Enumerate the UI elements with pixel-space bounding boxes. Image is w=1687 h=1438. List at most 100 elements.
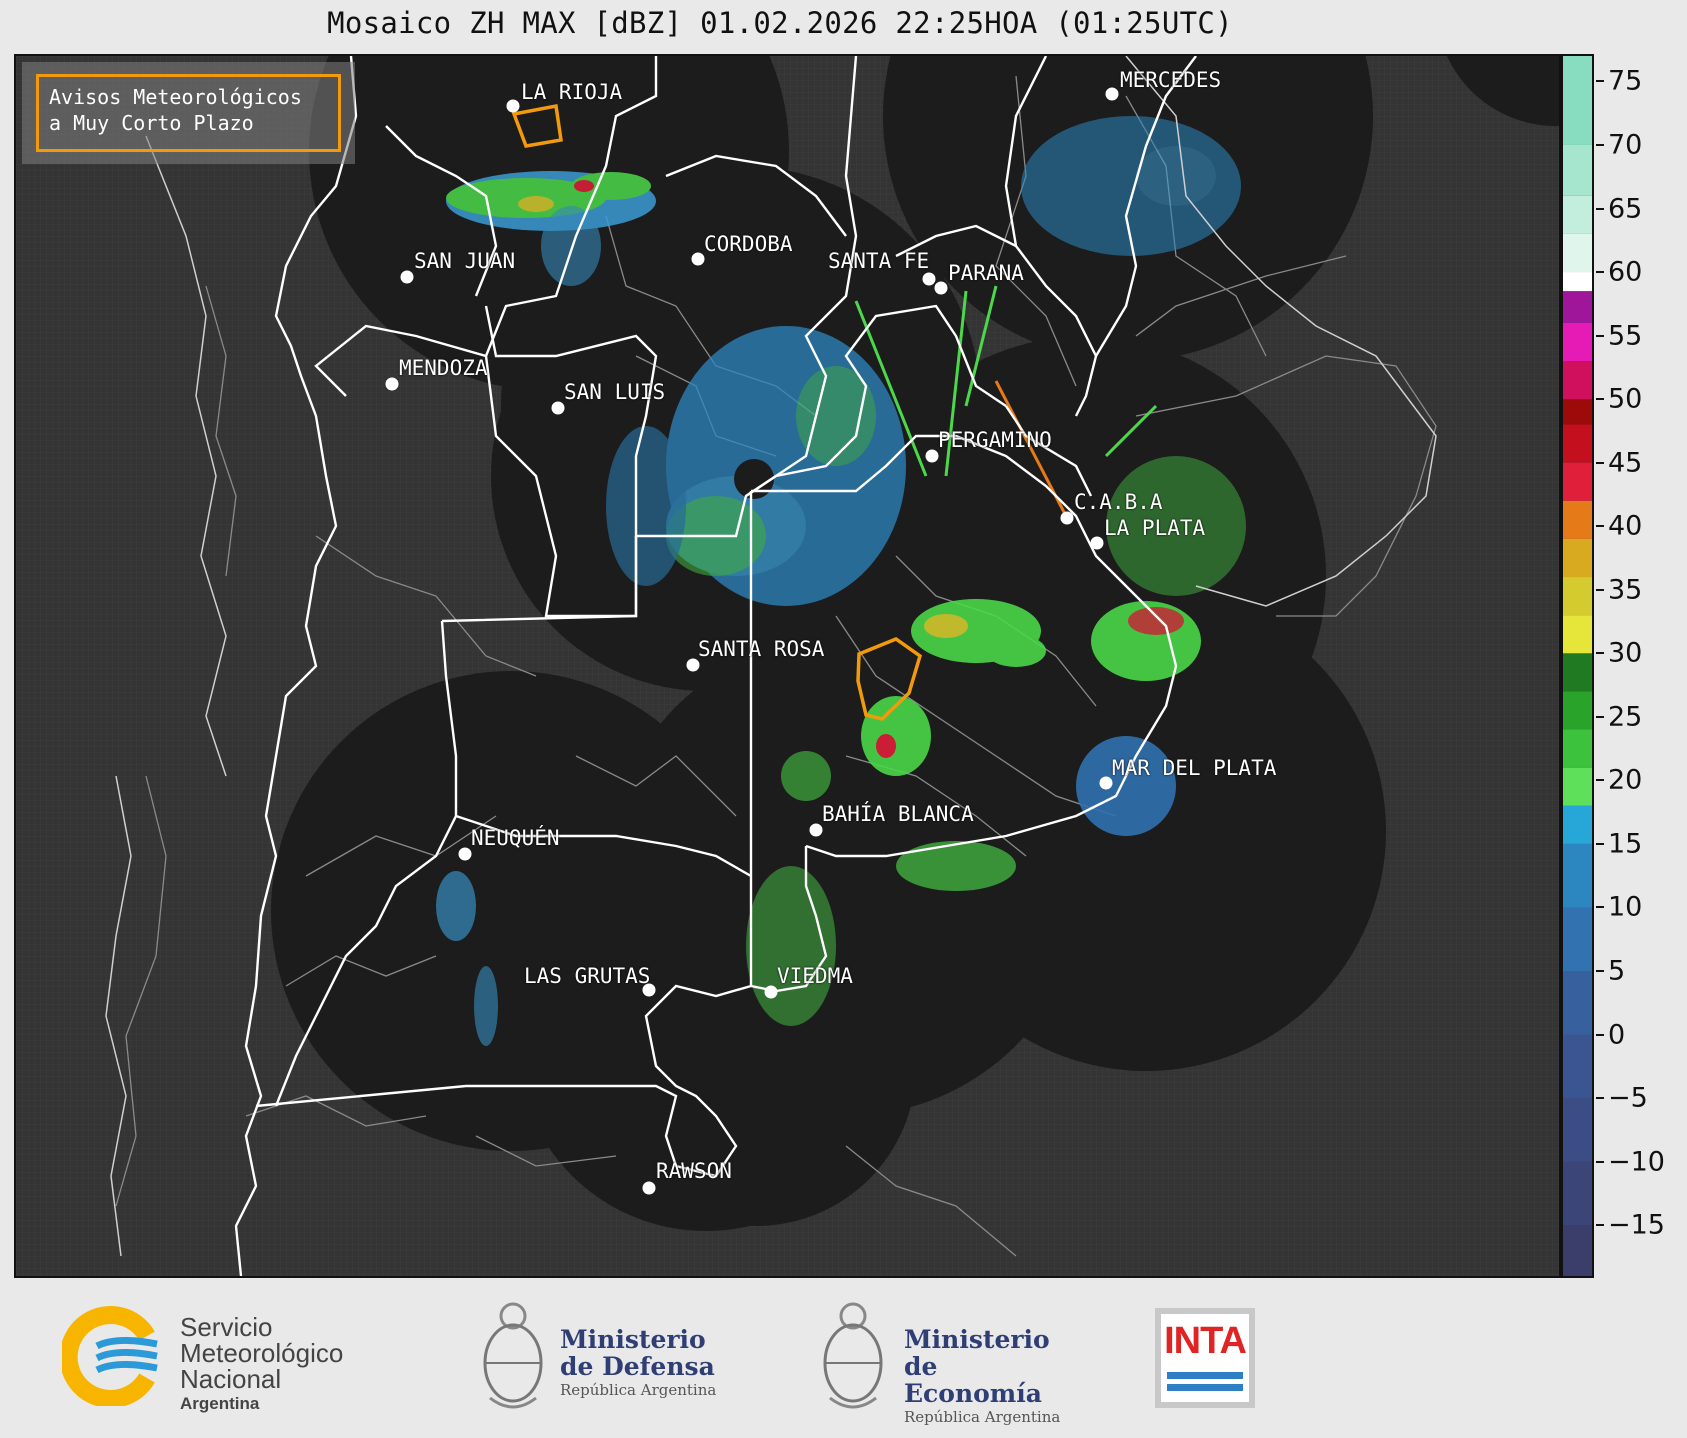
city-label-la-plata: LA PLATA — [1104, 516, 1206, 540]
legend-line-1: Avisos Meteorológicos — [49, 85, 302, 109]
colorbar-band — [1563, 577, 1592, 616]
city-dot-bahia-blanca[interactable] — [809, 823, 823, 837]
colorbar-tick-label: −15 — [1608, 1209, 1665, 1241]
city-label-rawson: RAWSON — [656, 1159, 732, 1183]
echo-cell — [896, 841, 1016, 891]
city-dot-cordoba[interactable] — [691, 252, 705, 266]
legend-line-2: a Muy Corto Plazo — [49, 111, 254, 135]
legend-box: Avisos Meteorológicos a Muy Corto Plazo — [22, 62, 355, 164]
colorbar-tick-label: 40 — [1608, 510, 1643, 542]
inta-wordmark: INTA — [1164, 1320, 1247, 1362]
footer-logos: Servicio Meteorológico Nacional Argentin… — [0, 1278, 1687, 1438]
echo-cell — [518, 196, 554, 212]
inta-logo: INTA — [1155, 1308, 1255, 1408]
colorbar-tick-label: 60 — [1608, 256, 1643, 288]
inta-stripe — [1167, 1384, 1243, 1391]
colorbar-tick-label: −5 — [1608, 1082, 1648, 1114]
colorbar-tick-label: 35 — [1608, 574, 1643, 606]
colorbar-band — [1563, 399, 1592, 425]
colorbar-band — [1563, 144, 1592, 196]
inta-stripe — [1167, 1372, 1243, 1379]
colorbar-tick-label: 20 — [1608, 764, 1643, 796]
city-dot-mercedes[interactable] — [1105, 87, 1119, 101]
colorbar-band — [1563, 538, 1592, 578]
radar-map[interactable]: Avisos Meteorológicos a Muy Corto Plazo … — [14, 54, 1561, 1278]
city-dot-mar-del-plata[interactable] — [1099, 776, 1113, 790]
colorbar-tick — [1596, 80, 1604, 83]
colorbar-tick-label: 0 — [1608, 1019, 1626, 1051]
colorbar-tick-label: 65 — [1608, 193, 1643, 224]
colorbar-tick — [1596, 398, 1604, 401]
colorbar-band — [1563, 195, 1592, 234]
colorbar-band — [1563, 907, 1592, 971]
colorbar-tick-label: 55 — [1608, 320, 1643, 352]
colorbar-band — [1563, 615, 1592, 654]
inta-logo-inner: INTA — [1161, 1314, 1249, 1402]
economia-line-1: Ministerio — [904, 1325, 1050, 1354]
city-label-santa-fe: SANTA FE — [828, 249, 930, 273]
colorbar — [1561, 54, 1594, 1278]
echo-cell — [606, 426, 686, 586]
city-dot-mendoza[interactable] — [385, 377, 399, 391]
city-dot-santa-fe[interactable] — [922, 272, 936, 286]
colorbar-tick — [1596, 1160, 1604, 1163]
smn-logo: Servicio Meteorológico Nacional Argentin… — [59, 1306, 422, 1416]
echo-cell — [986, 635, 1046, 667]
city-label-mar-del-plata: MAR DEL PLATA — [1112, 756, 1277, 780]
colorbar-tick-label: 50 — [1608, 383, 1643, 415]
city-dot-san-juan[interactable] — [400, 270, 414, 284]
colorbar-band — [1563, 1098, 1592, 1162]
colorbar-band — [1563, 805, 1592, 844]
echo-cell — [574, 180, 594, 192]
city-label-san-luis: SAN LUIS — [564, 380, 666, 404]
city-dot-la-rioja[interactable] — [506, 99, 520, 113]
colorbar-tick-label: 25 — [1608, 701, 1643, 733]
echo-cell — [541, 206, 601, 286]
colorbar-tick-label: 10 — [1608, 891, 1643, 923]
city-label-viedma: VIEDMA — [777, 964, 853, 988]
colorbar-band — [1563, 691, 1592, 730]
colorbar-tick — [1596, 1224, 1604, 1227]
echo-cell — [1076, 736, 1176, 836]
smn-emblem-icon — [59, 1306, 158, 1408]
colorbar-band — [1563, 233, 1592, 273]
colorbar-band — [1563, 1034, 1592, 1099]
colorbar-band — [1563, 500, 1592, 539]
city-dot-pergamino[interactable] — [925, 449, 939, 463]
legend-frame: Avisos Meteorológicos a Muy Corto Plazo — [36, 74, 341, 152]
city-dot-la-plata[interactable] — [1090, 536, 1104, 550]
colorbar-band — [1563, 361, 1592, 400]
colorbar-tick — [1596, 271, 1604, 274]
echo-cell — [924, 614, 968, 638]
colorbar-band — [1563, 843, 1592, 908]
echo-cell — [474, 966, 498, 1046]
defensa-text: Ministerio de Defensa República Argentin… — [560, 1326, 716, 1400]
colorbar-tick-label: 30 — [1608, 637, 1643, 669]
smn-line-3: Nacional — [180, 1364, 282, 1394]
city-label-cordoba: CORDOBA — [704, 232, 793, 256]
city-label-san-juan: SAN JUAN — [414, 249, 516, 273]
colorbar-band — [1563, 653, 1592, 692]
city-dot-san-luis[interactable] — [551, 401, 565, 415]
echo-cell — [861, 696, 931, 776]
colorbar-tick-label: 75 — [1608, 65, 1643, 97]
city-label-pergamino: PERGAMINO — [938, 428, 1052, 452]
colorbar-tick — [1596, 588, 1604, 591]
city-label-mendoza: MENDOZA — [399, 356, 488, 380]
national-shield-icon — [823, 1302, 883, 1409]
city-dot-rawson[interactable] — [642, 1181, 656, 1195]
colorbar-tick — [1596, 906, 1604, 909]
colorbar-ticks: 75 70 65 60 55 50 45 40 35 30 25 20 15 10 5 0 −5 −10 −15 — [1596, 54, 1687, 1278]
colorbar-tick-label: 15 — [1608, 828, 1643, 860]
city-dot-viedma[interactable] — [764, 985, 778, 999]
smn-text: Servicio Meteorológico Nacional Argentin… — [180, 1314, 343, 1416]
economia-logo: Ministerio de Economía República Argenti… — [818, 1298, 1078, 1426]
colorbar-tick — [1596, 970, 1604, 972]
colorbar-band — [1563, 424, 1592, 463]
colorbar-tick — [1596, 652, 1604, 655]
city-dot-caba[interactable] — [1060, 511, 1074, 525]
city-dot-parana[interactable] — [934, 281, 948, 295]
colorbar-band — [1563, 462, 1592, 501]
city-label-santa-rosa: SANTA ROSA — [698, 637, 825, 661]
city-dot-neuquen[interactable] — [458, 847, 472, 861]
